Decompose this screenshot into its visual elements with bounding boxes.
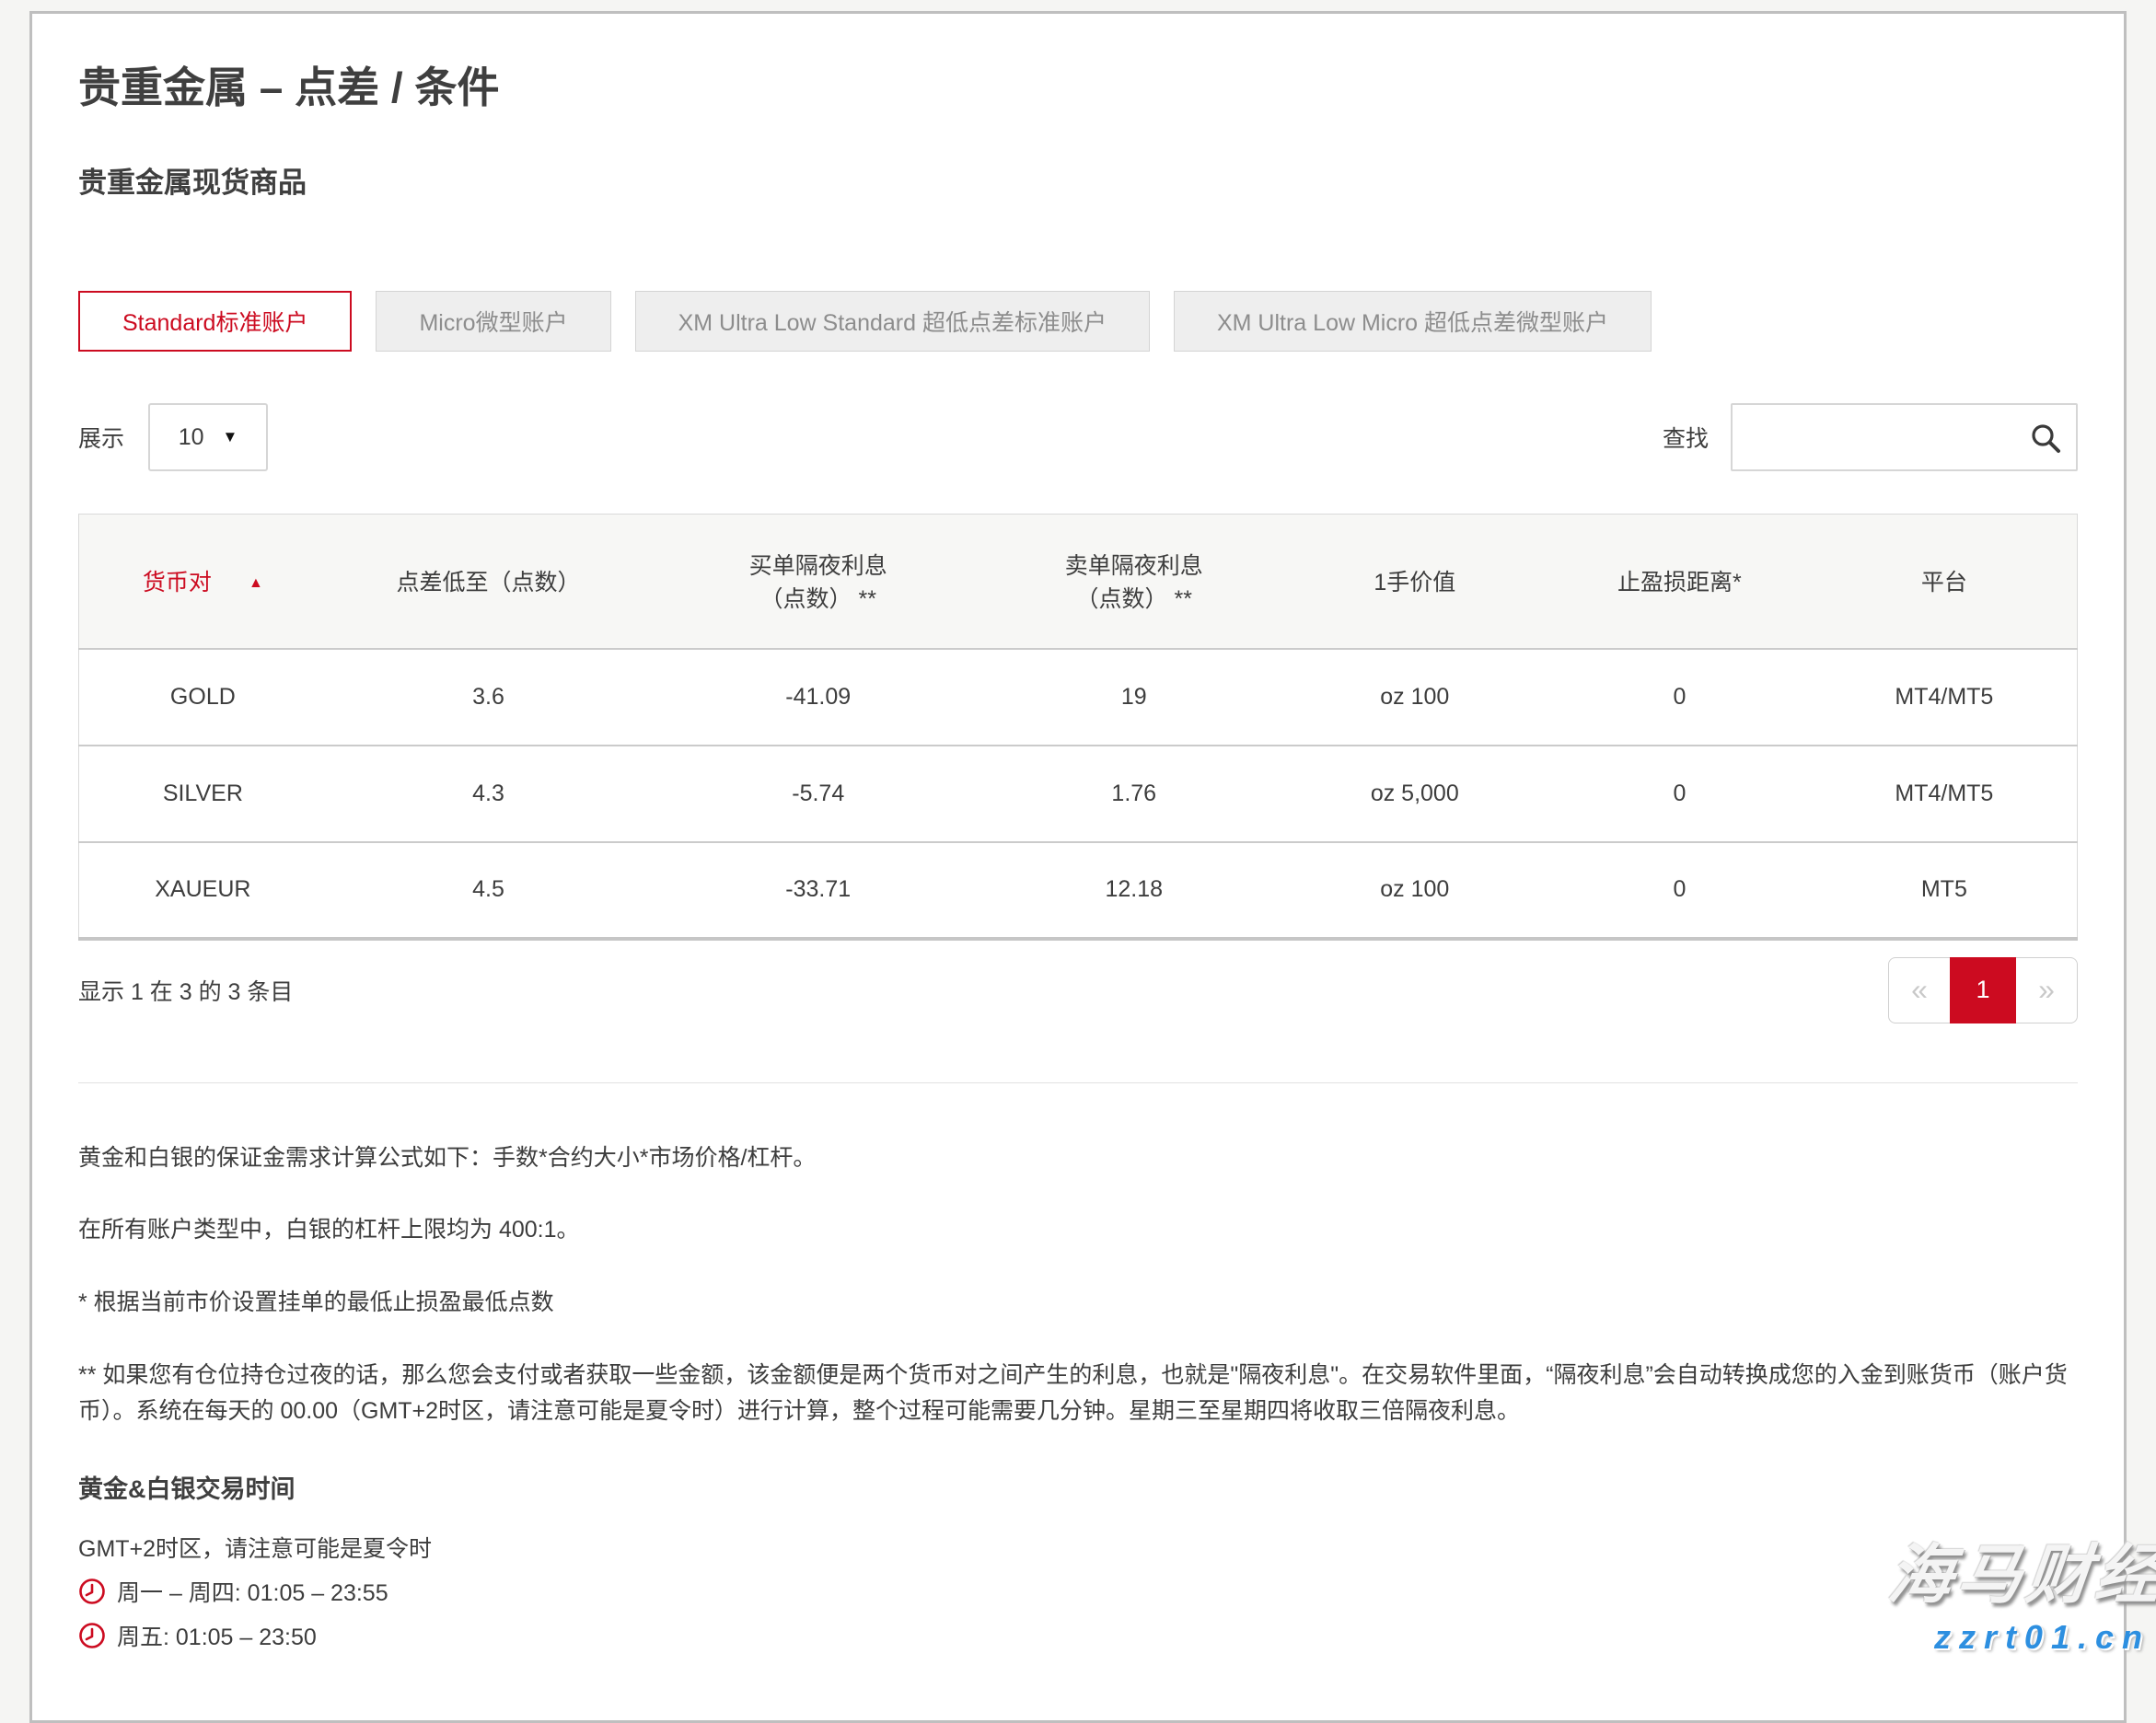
clock-icon: [78, 1578, 106, 1605]
column-header-spread[interactable]: 点差低至（点数）: [327, 515, 651, 649]
cell-symbol: SILVER: [79, 746, 327, 842]
cell-platform: MT4/MT5: [1812, 746, 2078, 842]
cell-symbol: GOLD: [79, 649, 327, 746]
cell-stop-level: 0: [1547, 842, 1812, 939]
cell-swap-short: 19: [986, 649, 1281, 746]
entries-summary: 显示 1 在 3 的 3 条目: [78, 974, 293, 1007]
trading-hours-text: 周五: 01:05 – 23:50: [117, 1619, 317, 1652]
pagination: « 1 »: [1888, 957, 2078, 1023]
note-margin-formula: 黄金和白银的保证金需求计算公式如下：手数*合约大小*市场价格/杠杆。: [78, 1140, 2078, 1176]
table-row: SILVER 4.3 -5.74 1.76 oz 5,000 0 MT4/MT5: [79, 746, 2078, 842]
cell-swap-long: -41.09: [650, 649, 986, 746]
main-content-panel: 贵重金属 – 点差 / 条件 贵重金属现货商品 Standard标准账户 Mic…: [29, 11, 2127, 1723]
footnotes: 黄金和白银的保证金需求计算公式如下：手数*合约大小*市场价格/杠杆。 在所有账户…: [78, 1140, 2078, 1429]
clock-icon: [78, 1622, 106, 1649]
cell-stop-level: 0: [1547, 746, 1812, 842]
cell-platform: MT5: [1812, 842, 2078, 939]
current-page-button[interactable]: 1: [1950, 957, 2016, 1023]
sort-asc-icon: ▲: [249, 575, 263, 591]
cell-platform: MT4/MT5: [1812, 649, 2078, 746]
trading-hours-heading: 黄金&白银交易时间: [78, 1469, 2078, 1505]
page-subtitle: 贵重金属现货商品: [78, 159, 2078, 201]
cell-swap-long: -33.71: [650, 842, 986, 939]
cell-spread: 4.3: [327, 746, 651, 842]
table-header-row: 货币对▲ 点差低至（点数） 买单隔夜利息 （点数） ** 卖单隔夜利息 （点数）…: [79, 515, 2078, 649]
cell-spread: 3.6: [327, 649, 651, 746]
spreads-table: 货币对▲ 点差低至（点数） 买单隔夜利息 （点数） ** 卖单隔夜利息 （点数）…: [78, 514, 2078, 941]
cell-stop-level: 0: [1547, 649, 1812, 746]
account-type-tabs: Standard标准账户 Micro微型账户 XM Ultra Low Stan…: [78, 291, 2078, 352]
table-controls: 展示 10 ▼ 查找: [78, 403, 2078, 471]
cell-swap-short: 12.18: [986, 842, 1281, 939]
cell-lot-value: oz 100: [1281, 649, 1547, 746]
page-size-select[interactable]: 10 ▼: [148, 403, 268, 471]
column-header-swap-long[interactable]: 买单隔夜利息 （点数） **: [650, 515, 986, 649]
note-silver-leverage: 在所有账户类型中，白银的杠杆上限均为 400:1。: [78, 1212, 2078, 1248]
trading-hours-text: 周一 – 周四: 01:05 – 23:55: [117, 1575, 388, 1608]
trading-hours-friday: 周五: 01:05 – 23:50: [78, 1619, 2078, 1652]
cell-symbol: XAUEUR: [79, 842, 327, 939]
note-swap-explanation: ** 如果您有仓位持仓过夜的话，那么您会支付或者获取一些金额，该金额便是两个货币…: [78, 1358, 2078, 1429]
cell-lot-value: oz 100: [1281, 842, 1547, 939]
search-input[interactable]: [1731, 403, 2078, 471]
column-header-stop-level[interactable]: 止盈损距离*: [1547, 515, 1812, 649]
page-title: 贵重金属 – 点差 / 条件: [78, 54, 2078, 115]
table-row: GOLD 3.6 -41.09 19 oz 100 0 MT4/MT5: [79, 649, 2078, 746]
previous-page-button[interactable]: «: [1888, 957, 1951, 1023]
show-label: 展示: [78, 421, 124, 454]
trading-hours-weekdays: 周一 – 周四: 01:05 – 23:55: [78, 1575, 2078, 1608]
caret-down-icon: ▼: [223, 428, 238, 446]
table-row: XAUEUR 4.5 -33.71 12.18 oz 100 0 MT5: [79, 842, 2078, 939]
pagination-row: 显示 1 在 3 的 3 条目 « 1 »: [78, 957, 2078, 1023]
column-header-lot-value[interactable]: 1手价值: [1281, 515, 1547, 649]
column-header-swap-short[interactable]: 卖单隔夜利息 （点数） **: [986, 515, 1281, 649]
search-icon[interactable]: [2028, 421, 2063, 460]
column-header-symbol[interactable]: 货币对▲: [79, 515, 327, 649]
cell-spread: 4.5: [327, 842, 651, 939]
trading-hours-timezone: GMT+2时区，请注意可能是夏令时: [78, 1531, 2078, 1564]
note-stop-level: * 根据当前市价设置挂单的最低止损盈最低点数: [78, 1285, 2078, 1321]
tab-ultra-low-standard-account[interactable]: XM Ultra Low Standard 超低点差标准账户: [635, 291, 1150, 352]
cell-swap-short: 1.76: [986, 746, 1281, 842]
page-size-value: 10: [179, 424, 204, 451]
tab-standard-account[interactable]: Standard标准账户: [78, 291, 352, 352]
tab-micro-account[interactable]: Micro微型账户: [376, 291, 610, 352]
tab-ultra-low-micro-account[interactable]: XM Ultra Low Micro 超低点差微型账户: [1174, 291, 1652, 352]
cell-lot-value: oz 5,000: [1281, 746, 1547, 842]
section-divider: [78, 1082, 2078, 1083]
search-label: 查找: [1663, 421, 1709, 454]
cell-swap-long: -5.74: [650, 746, 986, 842]
next-page-button[interactable]: »: [2015, 957, 2078, 1023]
column-header-platform[interactable]: 平台: [1812, 515, 2078, 649]
